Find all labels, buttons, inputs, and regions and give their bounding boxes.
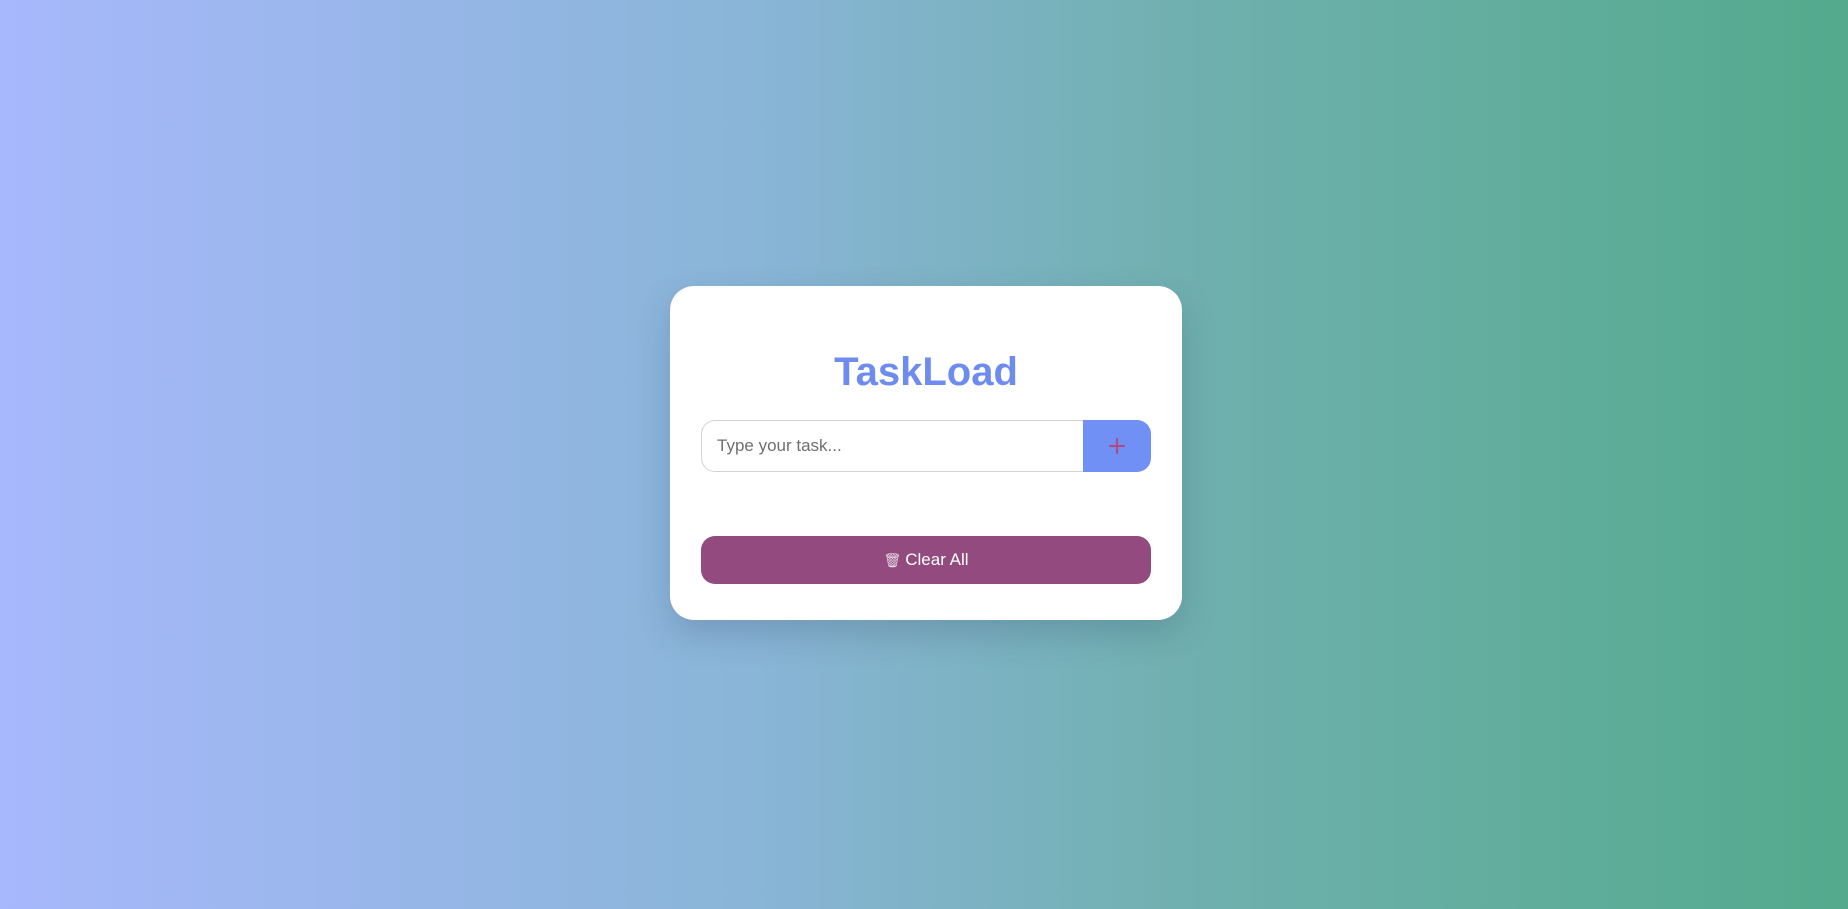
clear-all-button[interactable]: 🗑 Clear All	[701, 536, 1151, 584]
trash-icon: 🗑	[883, 552, 902, 568]
task-list	[701, 482, 1151, 522]
plus-icon	[1109, 438, 1125, 454]
task-input[interactable]	[701, 420, 1083, 472]
task-card: TaskLoad 🗑 Clear All	[670, 286, 1182, 620]
add-task-button[interactable]	[1083, 420, 1151, 472]
clear-all-label: Clear All	[905, 550, 969, 569]
task-input-row	[701, 420, 1151, 472]
app-title: TaskLoad	[834, 350, 1018, 394]
